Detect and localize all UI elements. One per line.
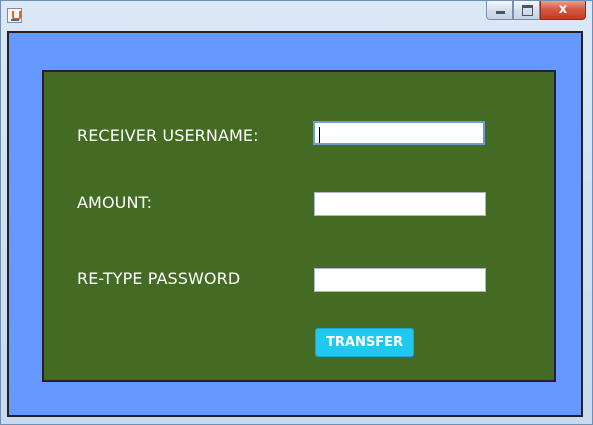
amount-input[interactable] [314, 192, 486, 216]
java-icon[interactable] [7, 8, 22, 23]
retype-password-input[interactable] [314, 268, 486, 292]
title-bar[interactable]: x [1, 1, 592, 28]
text-caret [319, 127, 320, 143]
maximize-icon [522, 5, 533, 16]
retype-password-label: RE-TYPE PASSWORD [77, 269, 241, 288]
minimize-button[interactable] [486, 1, 513, 20]
transfer-panel [42, 70, 556, 382]
receiver-username-label: RECEIVER USERNAME: [77, 126, 259, 145]
close-button[interactable]: x [540, 1, 586, 20]
transfer-button[interactable]: TRANSFER [315, 328, 414, 357]
amount-label: AMOUNT: [77, 193, 153, 212]
maximize-button[interactable] [513, 1, 540, 20]
minimize-icon [496, 11, 505, 14]
window-controls: x [486, 1, 586, 20]
close-icon: x [558, 2, 568, 17]
receiver-username-input[interactable] [313, 121, 485, 145]
